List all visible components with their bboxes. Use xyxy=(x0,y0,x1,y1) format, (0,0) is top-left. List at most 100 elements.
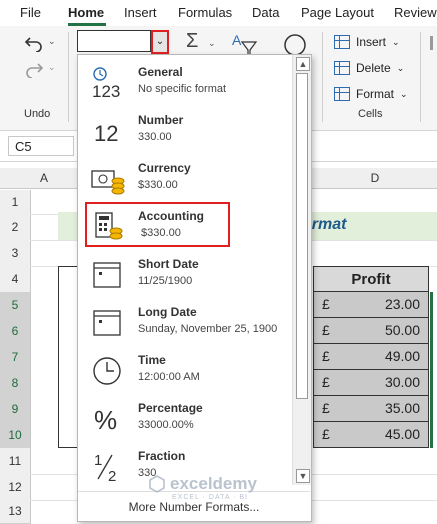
number-format-dropdown-button[interactable]: ⌄ xyxy=(151,30,169,54)
profit-cell[interactable]: £ 35.00 xyxy=(313,396,429,422)
row-header-6[interactable]: 6 xyxy=(0,318,31,345)
watermark-tagline: EXCEL · DATA · BI xyxy=(172,494,248,501)
currency-icon xyxy=(90,161,126,195)
scroll-up-arrow-icon[interactable]: ▲ xyxy=(296,57,310,71)
format-title: Percentage xyxy=(138,401,203,415)
percent-icon: % xyxy=(90,401,126,435)
short-date-icon xyxy=(90,257,126,291)
format-title: Time xyxy=(138,353,166,367)
insert-cells-button[interactable]: Insert ⌄ xyxy=(334,32,400,52)
format-option-general[interactable]: 123 General No specific format xyxy=(78,59,292,107)
ribbon-separator xyxy=(322,32,323,122)
group-label-cells: Cells xyxy=(358,108,383,120)
ribbon-tab-bar: File Home Insert Formulas Data Page Layo… xyxy=(0,0,437,26)
format-title: Currency xyxy=(138,161,191,175)
delete-cells-button[interactable]: Delete ⌄ xyxy=(334,58,404,78)
row-header-5[interactable]: 5 xyxy=(0,292,31,319)
number-format-box[interactable] xyxy=(77,30,151,52)
row-header-7[interactable]: 7 xyxy=(0,344,31,371)
profit-cell[interactable]: £ 50.00 xyxy=(313,318,429,344)
profit-value: 50.00 xyxy=(384,322,420,338)
redo-dropdown-icon[interactable]: ⌄ xyxy=(48,62,56,73)
profit-value: 30.00 xyxy=(384,374,420,390)
chevron-down-icon: ⌄ xyxy=(155,36,165,47)
insert-label: Insert xyxy=(356,35,387,49)
format-title: Number xyxy=(138,113,184,127)
chevron-down-icon: ⌄ xyxy=(392,36,400,47)
format-option-short-date[interactable]: Short Date 11/25/1900 xyxy=(78,251,292,299)
format-sample: 11/25/1900 xyxy=(138,275,193,287)
group-label-undo: Undo xyxy=(24,108,51,120)
profit-value: 49.00 xyxy=(384,348,420,364)
clock-icon xyxy=(90,353,126,387)
svg-text:1: 1 xyxy=(94,452,102,469)
long-date-icon xyxy=(90,305,126,339)
scroll-down-arrow-icon[interactable]: ▼ xyxy=(296,469,310,483)
svg-text:12: 12 xyxy=(94,121,118,146)
row-header-4[interactable]: 4 xyxy=(0,266,31,293)
row-header-10[interactable]: 10 xyxy=(0,422,31,449)
number-format-dropdown: 123 General No specific format 12 Number… xyxy=(77,54,312,522)
undo-icon[interactable] xyxy=(24,34,44,52)
format-title: Long Date xyxy=(138,305,197,319)
tab-file[interactable]: File xyxy=(20,5,41,20)
tab-insert[interactable]: Insert xyxy=(124,5,157,20)
profit-cell[interactable]: £ 23.00 xyxy=(313,292,429,318)
format-sample: 12:00:00 AM xyxy=(138,371,200,383)
fraction-icon: 1 2 xyxy=(90,449,126,483)
chevron-down-icon: ⌄ xyxy=(400,88,408,99)
chevron-down-icon: ⌄ xyxy=(396,62,405,73)
tab-formulas[interactable]: Formulas xyxy=(178,5,232,20)
row-header-8[interactable]: 8 xyxy=(0,370,31,397)
format-title: General xyxy=(138,65,183,79)
row-header-1[interactable]: 1 xyxy=(0,190,31,215)
tab-review[interactable]: Review xyxy=(394,5,437,20)
tab-data[interactable]: Data xyxy=(252,5,279,20)
profit-value: 23.00 xyxy=(384,296,420,312)
row-header-12[interactable]: 12 xyxy=(0,474,31,501)
ribbon-overflow-icon[interactable] xyxy=(430,36,433,50)
format-title: Short Date xyxy=(138,257,199,271)
autosum-dropdown-icon[interactable]: ⌄ xyxy=(208,38,216,49)
scrollbar-thumb[interactable] xyxy=(296,73,308,399)
profit-cell[interactable]: £ 30.00 xyxy=(313,370,429,396)
profit-cell[interactable]: £ 45.00 xyxy=(313,422,429,448)
row-header-11[interactable]: 11 xyxy=(0,448,31,475)
selection-border xyxy=(430,292,433,448)
row-header-9[interactable]: 9 xyxy=(0,396,31,423)
svg-text:2: 2 xyxy=(108,468,116,483)
format-option-long-date[interactable]: Long Date Sunday, November 25, 1900 xyxy=(78,299,292,347)
format-sample: 330.00 xyxy=(138,131,172,143)
name-box[interactable]: C5 xyxy=(8,136,74,156)
tab-home[interactable]: Home xyxy=(68,5,104,20)
row-header-3[interactable]: 3 xyxy=(0,240,31,267)
format-option-currency[interactable]: Currency $330.00 xyxy=(78,155,292,203)
tab-page-layout[interactable]: Page Layout xyxy=(301,5,374,20)
autosum-icon[interactable]: Σ xyxy=(186,30,198,53)
ribbon-separator xyxy=(420,32,421,122)
svg-text:123: 123 xyxy=(92,82,120,99)
currency-symbol: £ xyxy=(322,374,330,390)
undo-dropdown-icon[interactable]: ⌄ xyxy=(48,36,56,47)
sort-filter-icon[interactable]: A xyxy=(230,32,260,56)
profit-header-cell[interactable]: Profit xyxy=(313,266,429,292)
row-header-2[interactable]: 2 xyxy=(0,214,31,241)
exceldemy-logo-icon xyxy=(149,475,165,493)
redo-icon[interactable] xyxy=(24,60,44,78)
dropdown-scrollbar[interactable]: ▲ ▼ xyxy=(292,55,311,485)
format-option-number[interactable]: 12 Number 330.00 xyxy=(78,107,292,155)
column-header-a[interactable]: A xyxy=(30,168,59,189)
column-header-d[interactable]: D xyxy=(313,168,437,189)
format-option-percentage[interactable]: % Percentage 33000.00% xyxy=(78,395,292,443)
format-sample: No specific format xyxy=(138,83,227,95)
profit-cell[interactable]: £ 49.00 xyxy=(313,344,429,370)
currency-symbol: £ xyxy=(322,426,330,442)
format-cells-button[interactable]: Format ⌄ xyxy=(334,84,408,104)
format-label: Format xyxy=(356,87,395,101)
general-123-icon: 123 xyxy=(90,65,126,99)
row-header-13[interactable]: 13 xyxy=(0,500,31,524)
currency-symbol: £ xyxy=(322,400,330,416)
select-all-corner[interactable] xyxy=(0,168,31,189)
format-option-time[interactable]: Time 12:00:00 AM xyxy=(78,347,292,395)
insert-cells-icon xyxy=(334,35,350,49)
